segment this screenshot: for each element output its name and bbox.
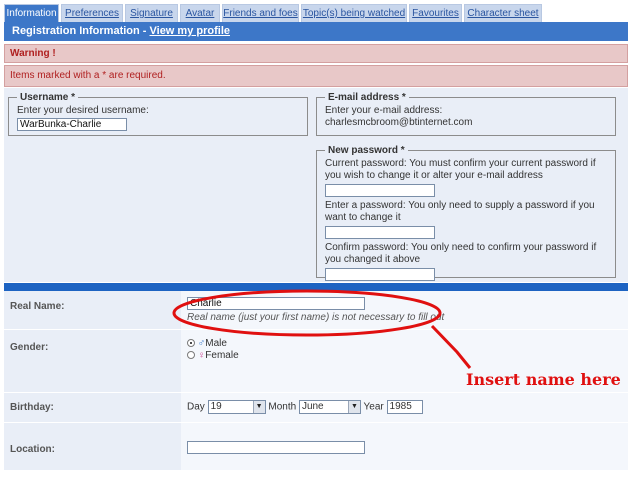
highlight-ellipse	[172, 289, 442, 337]
annotation-overlay	[172, 289, 472, 369]
annotation-text: Insert name here	[466, 370, 621, 389]
annotation-pointer	[430, 324, 472, 369]
